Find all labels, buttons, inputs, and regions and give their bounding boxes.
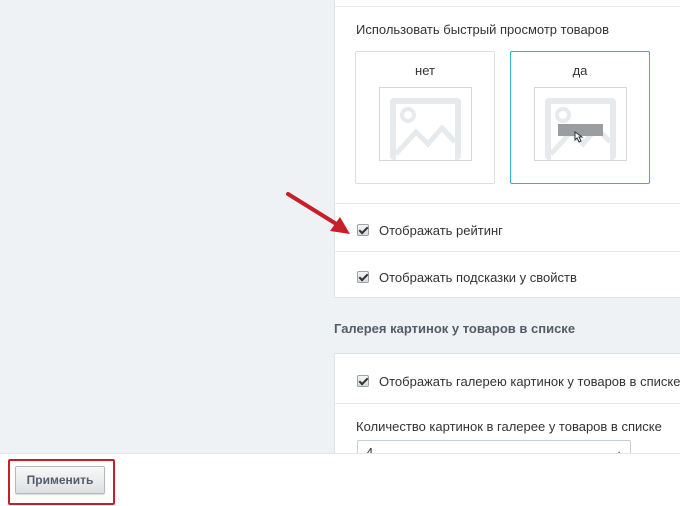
quick-view-option-yes[interactable]: да (510, 51, 650, 184)
quick-view-option-no[interactable]: нет (355, 51, 495, 184)
settings-page: Использовать быстрый просмотр товаров не… (0, 0, 680, 506)
panel-divider (335, 6, 680, 7)
show-property-hints-label: Отображать подсказки у свойств (379, 269, 577, 285)
show-property-hints-row[interactable]: Отображать подсказки у свойств (357, 269, 577, 285)
show-rating-label: Отображать рейтинг (379, 222, 503, 238)
row-divider (335, 403, 680, 404)
show-property-hints-checkbox[interactable] (357, 271, 369, 283)
row-divider (335, 203, 680, 204)
quick-view-label: Использовать быстрый просмотр товаров (356, 22, 610, 37)
image-count-label: Количество картинок в галерее у товаров … (356, 419, 662, 434)
product-display-settings-panel: Использовать быстрый просмотр товаров не… (334, 0, 680, 298)
show-gallery-row[interactable]: Отображать галерею картинок у товаров в … (357, 373, 680, 389)
gallery-section-heading: Галерея картинок у товаров в списке (334, 321, 576, 336)
image-placeholder-icon (379, 87, 472, 161)
apply-button[interactable]: Применить (15, 466, 105, 494)
image-placeholder-icon (534, 87, 627, 161)
option-title-no: нет (415, 63, 435, 78)
row-divider (335, 251, 680, 252)
option-title-yes: да (572, 63, 588, 78)
show-gallery-checkbox[interactable] (357, 375, 369, 387)
show-gallery-label: Отображать галерею картинок у товаров в … (379, 373, 680, 389)
red-arrow-annotation (286, 192, 350, 234)
show-rating-checkbox[interactable] (357, 224, 369, 236)
show-rating-row[interactable]: Отображать рейтинг (357, 222, 503, 238)
